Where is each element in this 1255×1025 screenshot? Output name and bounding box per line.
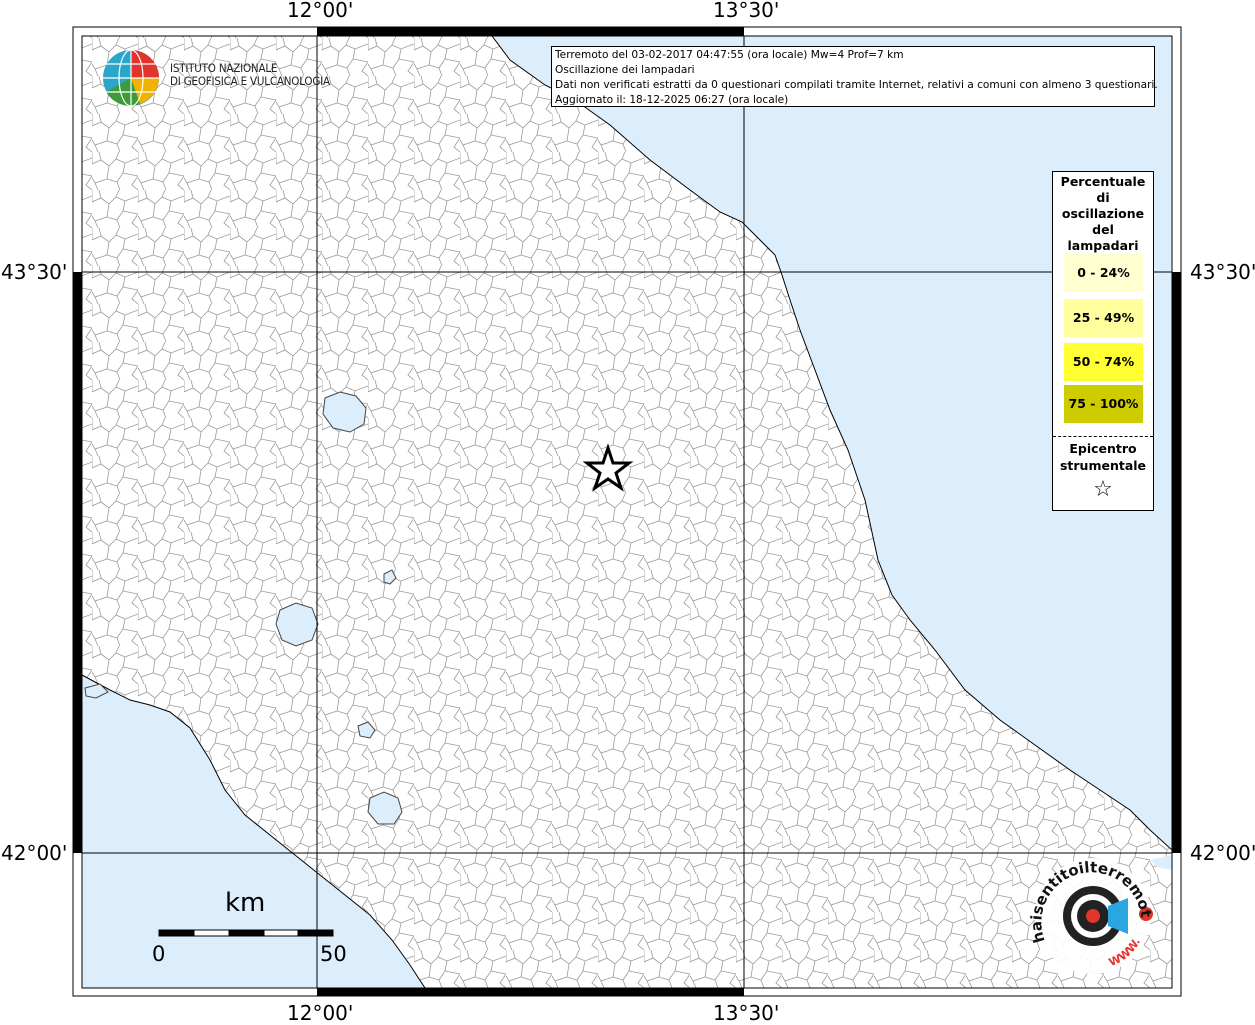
legend-box: Percentuale di oscillazione del lampadar…	[1052, 171, 1154, 511]
frame-tick-left	[73, 272, 82, 853]
event-info-box: Terremoto del 03-02-2017 04:47:55 (ora l…	[551, 46, 1158, 107]
lake-bolsena	[275, 602, 319, 647]
event-info-line4: Aggiornato il: 18-12-2025 06:27 (ora loc…	[555, 94, 789, 106]
event-info-line1: Terremoto del 03-02-2017 04:47:55 (ora l…	[555, 49, 904, 61]
event-info-line2: Oscillazione dei lampadari	[555, 64, 695, 76]
svg-text:WWW.: WWW.	[1107, 936, 1143, 969]
legend-epicenter-label: Epicentro strumentale	[1053, 440, 1153, 474]
scale-unit: km	[225, 888, 266, 918]
legend-title-line: di	[1096, 190, 1110, 205]
legend-title-line: Percentuale	[1060, 174, 1146, 189]
legend-bin-3: 75 - 100%	[1064, 385, 1143, 423]
legend-title: Percentuale di oscillazione del lampadar…	[1053, 174, 1153, 254]
lon-label-top-left: 12°00'	[287, 0, 354, 22]
legend-title-line: lampadari	[1067, 238, 1139, 253]
hsit-badge-curved-text: haisentitoilterremoto.it WWW.	[1023, 846, 1155, 969]
scale-min-label: 0	[152, 942, 166, 966]
legend-bin-1: 25 - 49%	[1064, 299, 1143, 337]
frame-tick-right	[1172, 272, 1181, 853]
legend-bin-0: 0 - 24%	[1064, 254, 1143, 292]
event-info-line3: Dati non verificati estratti da 0 questi…	[555, 79, 1158, 91]
legend-bin-2: 50 - 74%	[1064, 343, 1143, 381]
frame-tick-top	[317, 27, 744, 36]
lon-label-bottom-left: 12°00'	[287, 1001, 354, 1025]
svg-text:haisentitoilterremoto.it: haisentitoilterremoto.it	[1023, 846, 1155, 945]
scale-max-label: 50	[320, 942, 347, 966]
lat-label-right-lower: 42°00'	[1190, 841, 1255, 865]
legend-star-icon: ☆	[1093, 477, 1113, 502]
legend-epicenter-line1: Epicentro	[1069, 441, 1137, 456]
legend-epicenter-line2: strumentale	[1059, 458, 1147, 473]
scale-bar	[158, 929, 334, 937]
lat-label-left-upper: 43°30'	[1, 260, 68, 284]
legend-title-line: oscillazione	[1061, 206, 1145, 221]
legend-separator	[1053, 436, 1153, 437]
ingv-logo-icon	[103, 49, 159, 107]
lon-label-top-right: 13°30'	[713, 0, 780, 22]
ingv-logo-line2: DI GEOFISICA E VULCANOLOGIA	[170, 74, 330, 88]
lat-label-right-upper: 43°30'	[1190, 260, 1255, 284]
legend-title-line: del	[1092, 222, 1114, 237]
lat-label-left-lower: 42°00'	[1, 841, 68, 865]
ingv-logo-text: ISTITUTO NAZIONALE DI GEOFISICA E VULCAN…	[170, 62, 330, 88]
lon-label-bottom-right: 13°30'	[713, 1001, 780, 1025]
